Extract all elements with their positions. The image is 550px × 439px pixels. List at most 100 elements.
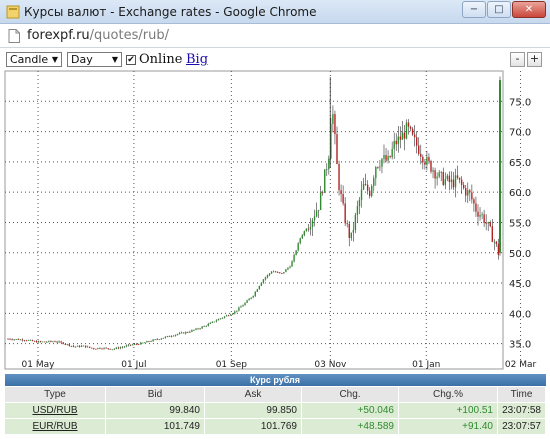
y-tick-label: 35.0	[509, 340, 531, 351]
candle-body	[354, 214, 357, 230]
address-bar[interactable]: forexpf.ru/quotes/rub/	[0, 24, 550, 48]
candle-body	[48, 340, 50, 342]
chart-type-select[interactable]: Candle ▼	[6, 52, 62, 67]
chg-cell: +50.046	[301, 402, 399, 419]
candle-body	[25, 340, 28, 342]
candle-body	[254, 291, 256, 296]
candle-body	[395, 140, 397, 145]
candle-body	[201, 326, 203, 329]
pair-cell[interactable]: EUR/RUB	[4, 418, 106, 435]
candle-body	[301, 235, 303, 239]
period-select[interactable]: Day ▼	[67, 52, 122, 67]
close-button[interactable]: ✕	[512, 1, 546, 18]
candle-body	[432, 170, 434, 172]
candle-body	[140, 342, 142, 345]
candle-body	[56, 341, 58, 343]
candle-body	[170, 336, 173, 337]
candle-body	[348, 223, 350, 238]
pair-link[interactable]: EUR/RUB	[32, 421, 77, 432]
candle-body	[244, 302, 246, 306]
x-tick-label: 01 Sep	[216, 360, 248, 370]
chevron-down-icon: ▼	[51, 55, 58, 64]
candle-body	[205, 325, 207, 327]
table-header-row: Type Bid Ask Chg. Chg.% Time	[4, 386, 546, 403]
candle-body	[183, 332, 185, 334]
candle-body	[133, 343, 136, 345]
chg-cell: +48.589	[301, 418, 399, 435]
candle-body	[238, 307, 240, 311]
candle-body	[450, 179, 453, 183]
zoom-in-button[interactable]: +	[527, 52, 542, 67]
candle-body	[438, 172, 440, 177]
zoom-out-button[interactable]: -	[510, 52, 525, 67]
candle-body	[146, 341, 148, 343]
candle-body	[42, 341, 44, 343]
pair-link[interactable]: USD/RUB	[32, 405, 77, 416]
y-tick-label: 55.0	[509, 218, 531, 229]
candle-body	[460, 179, 463, 185]
candle-body	[156, 339, 158, 341]
online-checkbox[interactable]: ✔	[126, 55, 136, 65]
bid-cell: 99.840	[105, 402, 205, 419]
candle-body	[185, 332, 187, 334]
table-row[interactable]: EUR/RUB 101.749 101.769 +48.589 +91.40 2…	[4, 418, 546, 435]
candle-body	[211, 321, 214, 323]
candle-body	[142, 342, 144, 344]
candle-body	[358, 199, 361, 207]
candle-body	[66, 344, 68, 345]
candle-body	[11, 339, 13, 341]
y-tick-label: 60.0	[509, 188, 531, 199]
candle-body	[78, 345, 81, 347]
minimize-button[interactable]: −	[462, 1, 486, 18]
candle-body	[91, 347, 93, 349]
bid-cell: 101.749	[105, 418, 205, 435]
chg-pct-cell: +100.51	[398, 402, 498, 419]
candle-body	[113, 348, 115, 350]
period-value: Day	[71, 53, 93, 66]
candle-body	[407, 122, 410, 127]
candle-body	[240, 306, 242, 308]
candle-body	[158, 339, 160, 341]
candle-body	[385, 155, 387, 161]
candle-body	[283, 272, 285, 274]
candle-body	[111, 349, 113, 351]
candle-body	[125, 345, 128, 347]
price-chart[interactable]: 35.0 40.0 45.0 50.0 55.0 60.0 65.0 70.0 75.0 01 …	[0, 69, 550, 372]
candle-body	[379, 166, 381, 168]
y-tick-label: 50.0	[509, 249, 531, 260]
candle-body	[13, 339, 15, 341]
candle-body	[62, 342, 64, 344]
candle-body	[252, 295, 254, 298]
candle-body	[475, 203, 477, 212]
candle-body	[313, 216, 316, 221]
candle-body	[89, 346, 91, 348]
window-title-bar: Курсы валют - Exchange rates - Google Ch…	[0, 0, 550, 24]
candle-body	[82, 345, 85, 347]
candle-body	[305, 228, 308, 232]
pair-cell[interactable]: USD/RUB	[4, 402, 106, 419]
candle-body	[456, 175, 459, 178]
big-link[interactable]: Big	[186, 52, 208, 67]
candle-body	[295, 250, 297, 255]
maximize-button[interactable]: □	[487, 1, 511, 18]
col-header-bid: Bid	[105, 386, 205, 403]
x-tick-label: 03 Nov	[314, 360, 347, 370]
y-tick-label: 70.0	[509, 128, 531, 139]
chart-type-value: Candle	[10, 53, 49, 66]
candle-body	[215, 320, 218, 322]
chg-pct-cell: +91.40	[398, 418, 498, 435]
candle-body	[360, 189, 363, 200]
candle-body	[138, 344, 140, 345]
url-text[interactable]: forexpf.ru/quotes/rub/	[27, 28, 169, 43]
table-row[interactable]: USD/RUB 99.840 99.850 +50.046 +100.51 23…	[4, 402, 546, 419]
candle-body	[399, 136, 402, 140]
candle-body	[242, 305, 244, 307]
candle-body	[219, 318, 222, 320]
candle-body	[481, 214, 483, 216]
candle-body	[467, 190, 469, 196]
candle-body	[387, 156, 389, 161]
candle-body	[50, 340, 52, 342]
candle-body	[319, 192, 322, 210]
candle-body	[199, 328, 201, 330]
candle-body	[389, 156, 391, 158]
